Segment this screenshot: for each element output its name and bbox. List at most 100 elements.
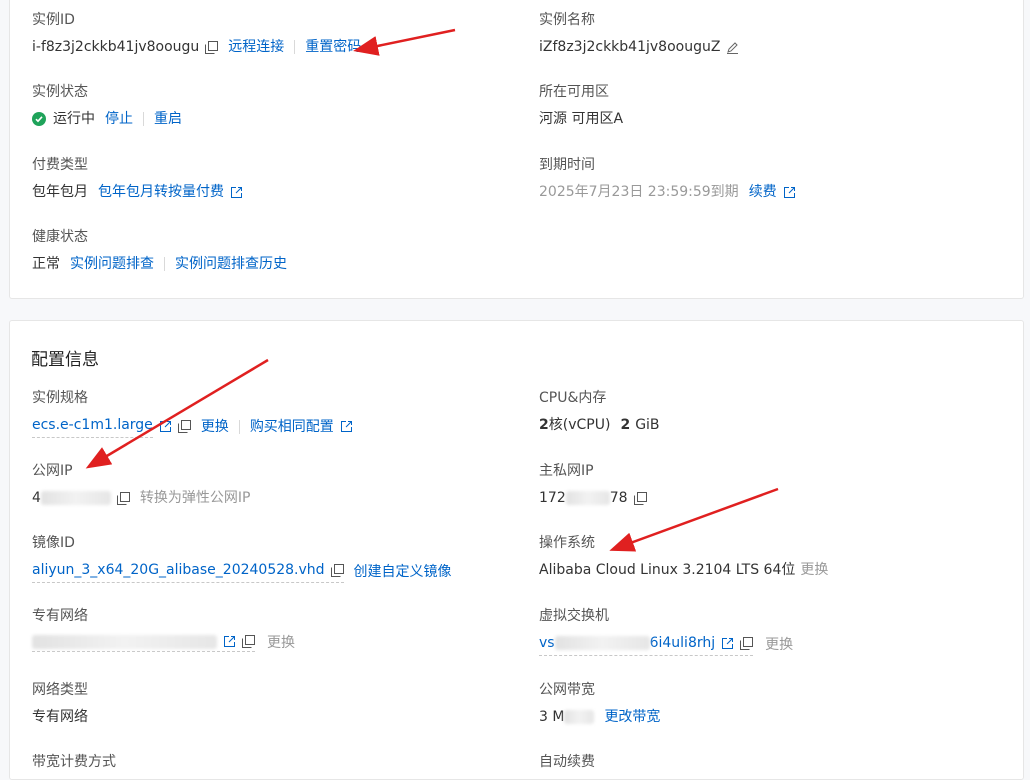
external-link-icon[interactable] — [230, 186, 243, 199]
mem-unit: GiB — [635, 417, 660, 433]
cpu-mem-label: CPU&内存 — [539, 390, 607, 406]
health-field: 健康状态 正常 实例问题排查 实例问题排查历史 — [32, 227, 287, 274]
net-type-label: 网络类型 — [32, 682, 88, 698]
auto-renew-field: 自动续费 — [539, 752, 595, 772]
divider — [238, 419, 240, 434]
vpc-field: 专有网络 更换 — [32, 606, 295, 653]
section-title: 配置信息 — [31, 350, 99, 370]
copy-icon[interactable] — [740, 636, 754, 650]
basic-info-card: 实例ID i-f8z3j2ckkb41jv8oougu 远程连接 重置密码 实例… — [9, 0, 1024, 299]
vswitch-label: 虚拟交换机 — [539, 608, 609, 624]
instance-name-value: iZf8z3j2ckkb41jv8oouguZ — [539, 39, 721, 55]
redacted-mask — [565, 491, 610, 505]
spec-label: 实例规格 — [32, 390, 88, 406]
external-link-icon[interactable] — [721, 637, 734, 650]
edit-icon[interactable] — [726, 41, 739, 54]
net-type-field: 网络类型 专有网络 — [32, 680, 88, 727]
change-os-link[interactable]: 更换 — [800, 560, 828, 580]
vswitch-suffix[interactable]: 6i4uli8rhj — [650, 633, 716, 653]
zone-field: 所在可用区 河源 可用区A — [539, 82, 623, 129]
copy-icon[interactable] — [242, 635, 255, 648]
external-link-icon[interactable] — [159, 420, 172, 433]
redacted-mask — [554, 636, 650, 650]
vpc-label: 专有网络 — [32, 608, 88, 624]
image-id-value[interactable]: aliyun_3_x64_20G_alibase_20240528.vhd — [32, 560, 325, 580]
copy-icon[interactable] — [205, 40, 219, 54]
public-ip-value: 4 — [32, 490, 41, 506]
convert-eip-link[interactable]: 转换为弹性公网IP — [140, 488, 251, 508]
bandwidth-value: 3 M — [539, 709, 565, 725]
os-label: 操作系统 — [539, 535, 595, 551]
cpu-mem-field: CPU&内存 2 核(vCPU) 2 GiB — [539, 388, 660, 435]
external-link-icon[interactable] — [783, 186, 796, 199]
billing-field: 付费类型 包年包月 包年包月转按量付费 — [32, 155, 243, 202]
private-ip-suffix: 78 — [609, 490, 628, 506]
bandwidth-field: 公网带宽 3 M 更改带宽 — [539, 680, 660, 727]
os-field: 操作系统 Alibaba Cloud Linux 3.2104 LTS 64位 … — [539, 533, 828, 580]
remote-connect-link[interactable]: 远程连接 — [228, 37, 284, 57]
vswitch-prefix[interactable]: vs — [539, 633, 555, 653]
diagnose-history-link[interactable]: 实例问题排查历史 — [175, 254, 287, 274]
copy-icon[interactable] — [330, 563, 344, 577]
redacted-mask — [32, 634, 217, 649]
spec-field: 实例规格 ecs.e-c1m1.large 更换 购买相同配置 — [32, 388, 353, 438]
billing-value: 包年包月 — [32, 184, 88, 200]
expire-value: 2025年7月23日 23:59:59到期 — [539, 184, 739, 200]
zone-label: 所在可用区 — [539, 84, 609, 100]
instance-id-value: i-f8z3j2ckkb41jv8oougu — [32, 39, 200, 55]
copy-icon[interactable] — [177, 420, 191, 433]
status-label: 实例状态 — [32, 84, 88, 100]
cpu-unit: 核(vCPU) — [548, 417, 611, 433]
expire-label: 到期时间 — [539, 157, 595, 173]
reset-password-link[interactable]: 重置密码 — [305, 37, 361, 57]
public-ip-field: 公网IP 4 转换为弹性公网IP — [32, 461, 251, 508]
buy-same-link[interactable]: 购买相同配置 — [250, 417, 334, 437]
expire-field: 到期时间 2025年7月23日 23:59:59到期 续费 — [539, 155, 796, 202]
change-bandwidth-link[interactable]: 更改带宽 — [604, 707, 660, 727]
spec-value[interactable]: ecs.e-c1m1.large — [32, 415, 153, 438]
check-circle-icon — [32, 112, 46, 126]
bw-billing-field: 带宽计费方式 — [32, 752, 116, 772]
bw-billing-label: 带宽计费方式 — [32, 754, 116, 770]
divider — [294, 40, 296, 54]
redacted-mask — [40, 491, 111, 505]
instance-id-label: 实例ID — [32, 12, 75, 28]
restart-link[interactable]: 重启 — [154, 109, 182, 129]
change-vpc-link[interactable]: 更换 — [267, 633, 295, 653]
instance-name-label: 实例名称 — [539, 12, 595, 28]
zone-value: 河源 可用区A — [539, 111, 624, 127]
external-link-icon[interactable] — [223, 635, 236, 648]
mem-size: 2 — [620, 417, 631, 433]
redacted-mask — [564, 710, 595, 724]
renew-link[interactable]: 续费 — [749, 182, 777, 202]
cpu-count: 2 — [539, 417, 549, 433]
bandwidth-label: 公网带宽 — [539, 682, 595, 698]
health-label: 健康状态 — [32, 229, 88, 245]
copy-icon[interactable] — [633, 491, 647, 505]
vswitch-field: 虚拟交换机 vs 6i4uli8rhj 更换 — [539, 606, 793, 656]
convert-billing-link[interactable]: 包年包月转按量付费 — [98, 182, 224, 202]
external-link-icon[interactable] — [340, 420, 353, 433]
image-id-label: 镜像ID — [32, 535, 75, 551]
divider — [143, 112, 144, 126]
stop-link[interactable]: 停止 — [105, 109, 133, 129]
image-id-field: 镜像ID aliyun_3_x64_20G_alibase_20240528.v… — [32, 533, 452, 583]
private-ip-field: 主私网IP 172 78 — [539, 461, 647, 508]
change-spec-link[interactable]: 更换 — [201, 417, 229, 437]
diagnose-link[interactable]: 实例问题排查 — [70, 254, 154, 274]
private-ip-prefix: 172 — [539, 490, 566, 506]
private-ip-label: 主私网IP — [539, 463, 594, 479]
status-value: 运行中 — [53, 111, 95, 127]
create-image-link[interactable]: 创建自定义镜像 — [354, 562, 452, 582]
config-info-card: 配置信息 实例规格 ecs.e-c1m1.large 更换 购买相同配置 CPU… — [9, 320, 1024, 780]
status-field: 实例状态 运行中 停止 重启 — [32, 82, 182, 129]
os-value: Alibaba Cloud Linux 3.2104 LTS 64位 — [539, 562, 796, 578]
public-ip-label: 公网IP — [32, 463, 73, 479]
instance-name-field: 实例名称 iZf8z3j2ckkb41jv8oouguZ — [539, 10, 739, 57]
billing-label: 付费类型 — [32, 157, 88, 173]
copy-icon[interactable] — [116, 491, 130, 505]
divider — [164, 257, 165, 271]
change-vswitch-link[interactable]: 更换 — [765, 635, 793, 655]
auto-renew-label: 自动续费 — [539, 754, 595, 770]
health-value: 正常 — [32, 256, 60, 272]
